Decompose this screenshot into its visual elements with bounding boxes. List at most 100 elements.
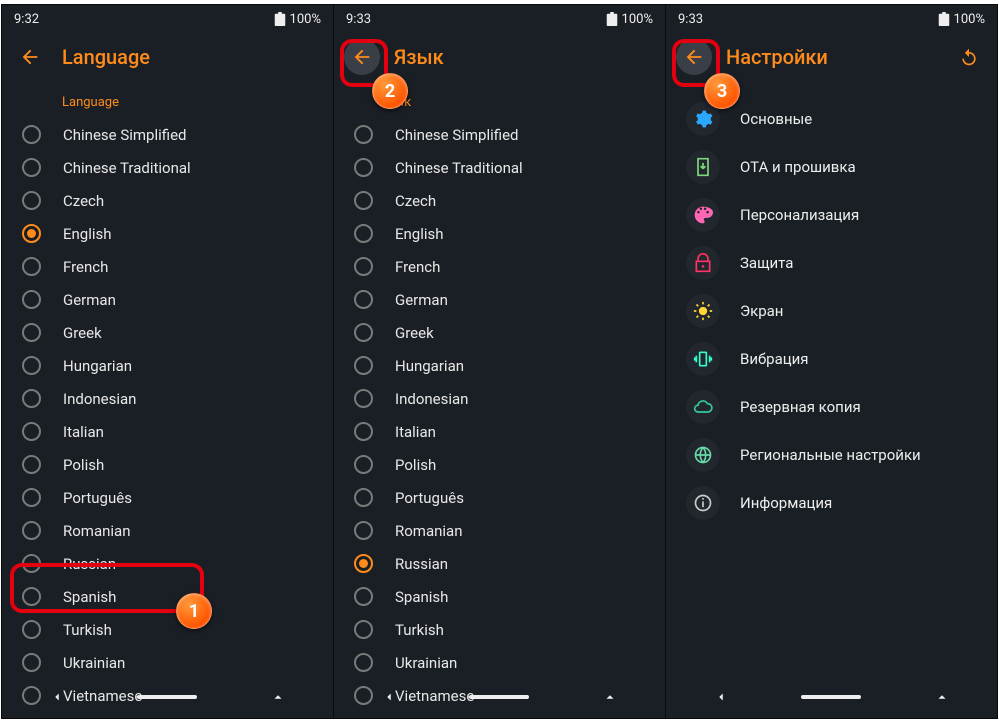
settings-item[interactable]: Резервная копия xyxy=(666,383,997,431)
language-list: Chinese SimplifiedChinese TraditionalCze… xyxy=(2,118,333,712)
radio-icon xyxy=(354,389,373,408)
nav-recent[interactable] xyxy=(580,690,640,704)
language-option[interactable]: Italian xyxy=(2,415,333,448)
language-option[interactable]: English xyxy=(334,217,665,250)
language-option[interactable]: Czech xyxy=(2,184,333,217)
settings-item[interactable]: Региональные настройки xyxy=(666,431,997,479)
language-option[interactable]: Hungarian xyxy=(2,349,333,382)
language-option[interactable]: French xyxy=(2,250,333,283)
radio-icon xyxy=(22,125,41,144)
radio-icon xyxy=(354,554,373,573)
settings-item[interactable]: Информация xyxy=(666,479,997,527)
language-option[interactable]: Czech xyxy=(334,184,665,217)
reset-icon xyxy=(959,47,979,67)
header: Язык xyxy=(334,33,665,81)
chevron-left-icon xyxy=(50,690,64,704)
language-label: Greek xyxy=(63,324,102,342)
language-option[interactable]: Polish xyxy=(334,448,665,481)
nav-recent[interactable] xyxy=(248,690,308,704)
radio-icon xyxy=(354,488,373,507)
language-option[interactable]: Indonesian xyxy=(334,382,665,415)
arrow-left-icon xyxy=(683,46,705,68)
language-option[interactable]: Polish xyxy=(2,448,333,481)
language-option[interactable]: Spanish xyxy=(2,580,333,613)
nav-home[interactable] xyxy=(801,695,861,699)
language-option[interactable]: Chinese Simplified xyxy=(334,118,665,151)
language-label: German xyxy=(395,291,448,309)
nav-back[interactable] xyxy=(359,690,419,704)
status-bar: 9:33 100% xyxy=(666,5,997,33)
radio-icon xyxy=(22,389,41,408)
radio-icon xyxy=(354,290,373,309)
radio-icon xyxy=(354,653,373,672)
language-option[interactable]: German xyxy=(2,283,333,316)
nav-home[interactable] xyxy=(469,695,529,699)
language-option[interactable]: Greek xyxy=(334,316,665,349)
header: Language xyxy=(2,33,333,81)
language-option[interactable]: French xyxy=(334,250,665,283)
info-icon xyxy=(686,486,720,520)
settings-list: ОсновныеOTA и прошивкаПерсонализацияЗащи… xyxy=(666,81,997,527)
language-label: English xyxy=(395,225,444,243)
home-pill-icon xyxy=(469,695,529,699)
settings-item[interactable]: OTA и прошивка xyxy=(666,143,997,191)
settings-item[interactable]: Вибрация xyxy=(666,335,997,383)
settings-item[interactable]: Защита xyxy=(666,239,997,287)
arrow-left-icon xyxy=(19,46,41,68)
radio-icon xyxy=(22,290,41,309)
back-button[interactable] xyxy=(676,39,712,75)
radio-icon xyxy=(354,455,373,474)
language-option[interactable]: Chinese Traditional xyxy=(334,151,665,184)
language-option[interactable]: Turkish xyxy=(2,613,333,646)
language-option[interactable]: Russian xyxy=(334,547,665,580)
language-option[interactable]: English xyxy=(2,217,333,250)
language-option[interactable]: Ukrainian xyxy=(2,646,333,679)
language-option[interactable]: Spanish xyxy=(334,580,665,613)
back-button[interactable] xyxy=(344,39,380,75)
radio-icon xyxy=(354,620,373,639)
language-option[interactable]: Chinese Simplified xyxy=(2,118,333,151)
language-label: Turkish xyxy=(63,621,112,639)
language-label: German xyxy=(63,291,116,309)
language-option[interactable]: Romanian xyxy=(334,514,665,547)
nav-back[interactable] xyxy=(691,690,751,704)
reset-button[interactable] xyxy=(951,39,987,75)
radio-icon xyxy=(22,323,41,342)
language-option[interactable]: Português xyxy=(2,481,333,514)
nav-recent[interactable] xyxy=(912,690,972,704)
language-option[interactable]: Romanian xyxy=(2,514,333,547)
nav-home[interactable] xyxy=(137,695,197,699)
settings-label: Резервная копия xyxy=(740,398,861,416)
radio-icon xyxy=(22,653,41,672)
settings-item[interactable]: Персонализация xyxy=(666,191,997,239)
language-option[interactable]: Hungarian xyxy=(334,349,665,382)
language-option[interactable]: Português xyxy=(334,481,665,514)
language-label: Spanish xyxy=(63,588,116,606)
screen-language-ru: 9:33 100% Язык ык Chinese SimplifiedChin… xyxy=(334,5,665,718)
status-bar: 9:33 100% xyxy=(334,5,665,33)
status-time: 9:32 xyxy=(14,12,39,27)
language-label: Polish xyxy=(63,456,104,474)
settings-item[interactable]: Основные xyxy=(666,95,997,143)
language-option[interactable]: Turkish xyxy=(334,613,665,646)
language-option[interactable]: Greek xyxy=(2,316,333,349)
home-pill-icon xyxy=(137,695,197,699)
language-option[interactable]: Indonesian xyxy=(2,382,333,415)
settings-label: Информация xyxy=(740,494,832,512)
language-label: Chinese Simplified xyxy=(395,126,518,144)
language-label: Russian xyxy=(63,555,116,573)
language-option[interactable]: Russian xyxy=(2,547,333,580)
nav-back[interactable] xyxy=(27,690,87,704)
language-option[interactable]: Ukrainian xyxy=(334,646,665,679)
language-label: Greek xyxy=(395,324,434,342)
lock-icon xyxy=(686,246,720,280)
back-button[interactable] xyxy=(12,39,48,75)
language-option[interactable]: Chinese Traditional xyxy=(2,151,333,184)
language-option[interactable]: Italian xyxy=(334,415,665,448)
settings-item[interactable]: Экран xyxy=(666,287,997,335)
settings-label: Экран xyxy=(740,302,783,320)
language-label: Indonesian xyxy=(395,390,468,408)
radio-icon xyxy=(22,521,41,540)
status-battery: 100% xyxy=(938,12,985,27)
language-option[interactable]: German xyxy=(334,283,665,316)
